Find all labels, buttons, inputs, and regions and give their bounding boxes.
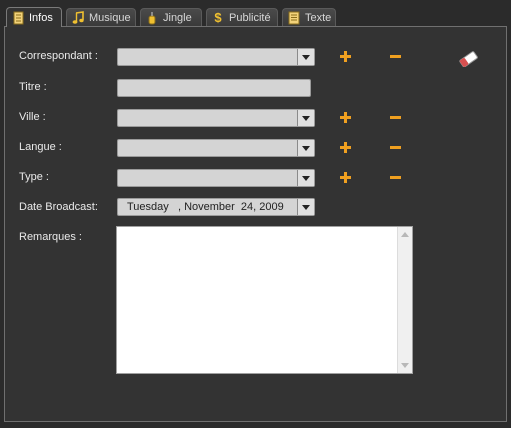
langue-label: Langue : [19,141,62,153]
infos-panel: Correspondant : Titre : Ville : Langue :… [4,26,507,422]
microphone-icon [145,11,159,25]
add-correspondant-button[interactable] [339,50,353,64]
scroll-down-icon[interactable] [401,363,409,368]
tab-infos[interactable]: Infos [6,7,62,27]
langue-select[interactable] [117,139,315,157]
type-select[interactable] [117,169,315,187]
music-note-icon [71,10,85,25]
vertical-scrollbar[interactable] [397,227,412,373]
text-document-icon [287,11,301,25]
remove-correspondant-button[interactable] [389,50,403,64]
tab-label: Musique [89,11,131,24]
add-type-button[interactable] [339,171,353,185]
remove-type-button[interactable] [389,171,403,185]
ville-select[interactable] [117,109,315,127]
type-label: Type : [19,171,49,183]
date-broadcast-label: Date Broadcast: [19,201,98,213]
chevron-down-icon[interactable] [297,140,314,156]
eraser-icon[interactable] [458,51,480,68]
add-langue-button[interactable] [339,141,353,155]
titre-field[interactable] [117,79,311,97]
remove-langue-button[interactable] [389,141,403,155]
tab-jingle[interactable]: Jingle [140,8,202,26]
tab-musique[interactable]: Musique [66,8,136,26]
chevron-down-icon[interactable] [297,49,314,65]
dollar-icon: $ [214,9,222,25]
correspondant-label: Correspondant : [19,50,98,62]
add-ville-button[interactable] [339,111,353,125]
tab-label: Publicité [229,11,271,24]
date-broadcast-picker[interactable]: Tuesday , November 24, 2009 [117,198,315,216]
scroll-up-icon[interactable] [401,232,409,237]
chevron-down-icon[interactable] [297,199,314,215]
correspondant-select[interactable] [117,48,315,66]
tab-publicite[interactable]: $ Publicité [206,8,278,26]
titre-label: Titre : [19,81,47,93]
tab-texte[interactable]: Texte [282,8,336,26]
remove-ville-button[interactable] [389,111,403,125]
date-value: Tuesday , November 24, 2009 [127,201,284,213]
document-icon [11,11,25,25]
chevron-down-icon[interactable] [297,110,314,126]
ville-label: Ville : [19,111,46,123]
tab-label: Texte [305,11,332,24]
tab-label: Infos [29,11,53,24]
remarques-label: Remarques : [19,231,82,243]
chevron-down-icon[interactable] [297,170,314,186]
remarques-textarea[interactable] [116,226,413,374]
tab-label: Jingle [163,11,192,24]
